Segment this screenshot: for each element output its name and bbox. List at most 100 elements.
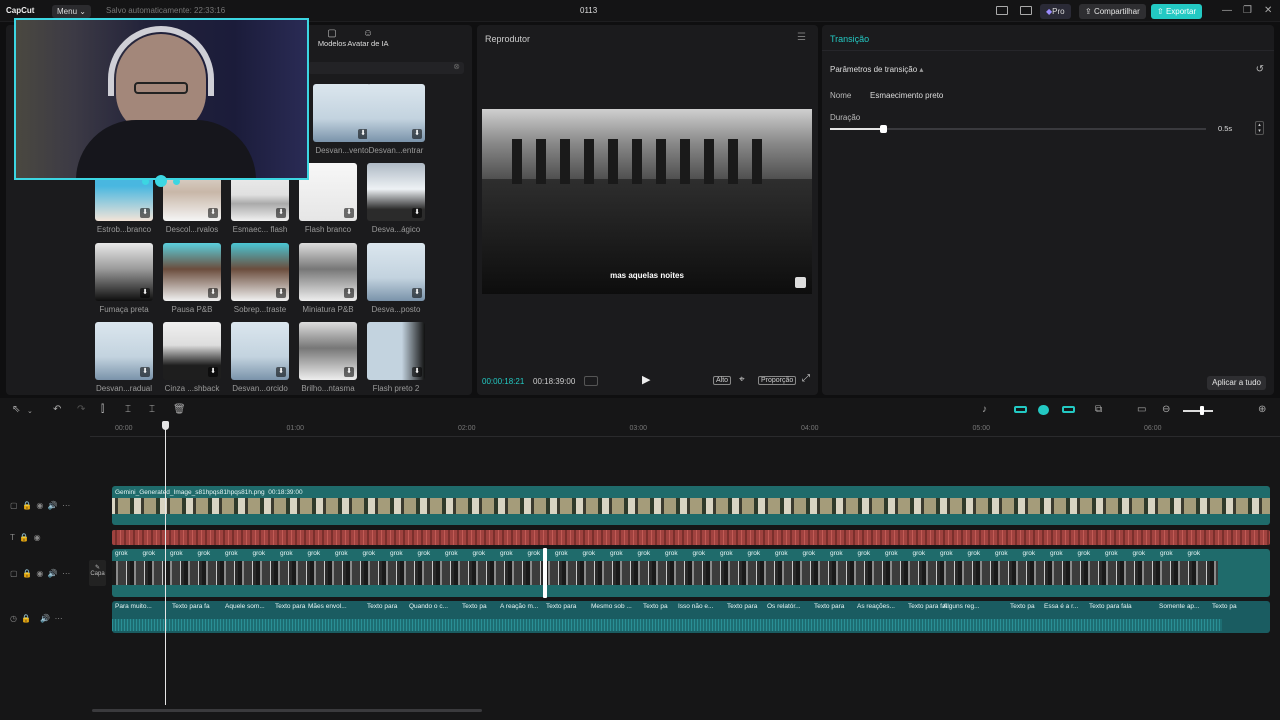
duration-value[interactable]: 0.5s: [1218, 124, 1232, 133]
chevron-down-icon[interactable]: ⌄: [27, 407, 33, 415]
export-button[interactable]: ⇧ Exportar: [1151, 4, 1203, 19]
mic-icon[interactable]: ♪: [982, 404, 987, 415]
transition-tile[interactable]: ⬇: [299, 322, 357, 380]
caption-icon[interactable]: ▭: [1137, 404, 1146, 415]
caption-clip-label[interactable]: Texto para: [814, 603, 844, 610]
split-icon[interactable]: ⫿: [101, 404, 104, 415]
caption-clip-label[interactable]: Alguns reg...: [943, 603, 980, 610]
download-icon[interactable]: ⬇: [412, 288, 422, 298]
redo-icon[interactable]: ↷: [77, 404, 85, 415]
transition-tile[interactable]: ⬇: [231, 243, 289, 301]
play-icon[interactable]: ▶: [642, 373, 650, 386]
caption-audio-track[interactable]: Para muito... Texto para fa Aquele som... T…: [112, 601, 1270, 633]
caption-clip-label[interactable]: Texto para fal: [908, 603, 947, 610]
close-icon[interactable]: ✕: [1264, 5, 1272, 16]
download-icon[interactable]: ⬇: [140, 367, 150, 377]
caption-clip-label[interactable]: Quando o c...: [409, 603, 448, 610]
download-icon[interactable]: ⬇: [276, 208, 286, 218]
transition-tile[interactable]: ⬇: [367, 322, 425, 380]
download-icon[interactable]: ⬇: [412, 129, 422, 139]
player-menu-icon[interactable]: ☰: [797, 32, 806, 43]
transition-tile[interactable]: ⬇: [367, 243, 425, 301]
transition-tile[interactable]: ⬇: [299, 243, 357, 301]
restore-icon[interactable]: ❐: [1243, 5, 1252, 16]
clear-icon[interactable]: ⊗: [453, 62, 460, 71]
preview-axis-icon[interactable]: ⧉: [1095, 404, 1102, 415]
split-right-icon[interactable]: ⌶: [149, 404, 155, 415]
video-preview[interactable]: mas aquelas noites: [482, 109, 812, 294]
download-icon[interactable]: ⬇: [344, 288, 354, 298]
apply-all-button[interactable]: Aplicar a tudo: [1207, 376, 1266, 390]
layout-icon[interactable]: [996, 6, 1008, 15]
transition-tile[interactable]: ⬇: [163, 243, 221, 301]
caption-clip-label[interactable]: Para muito...: [115, 603, 152, 610]
caption-clip-label[interactable]: Texto pa: [1212, 603, 1237, 610]
caption-clip-label[interactable]: Texto para: [275, 603, 305, 610]
download-icon[interactable]: ⬇: [208, 288, 218, 298]
duration-slider-knob[interactable]: [879, 125, 887, 133]
caption-clip-label[interactable]: Aquele som...: [225, 603, 265, 610]
transition-tile[interactable]: ⬇: [231, 322, 289, 380]
zoom-slider[interactable]: [1183, 406, 1213, 415]
caption-clip-label[interactable]: Texto para fala: [1089, 603, 1132, 610]
quality-button[interactable]: Alto: [713, 376, 732, 385]
caption-clip-label[interactable]: Texto para fa: [172, 603, 210, 610]
tab-ai-avatar[interactable]: ☺ Avatar de IA: [346, 28, 390, 48]
caption-clip-label[interactable]: Somente ap...: [1159, 603, 1199, 610]
playhead[interactable]: [165, 422, 166, 705]
download-icon[interactable]: ⬇: [412, 208, 422, 218]
transition-tile[interactable]: ⬇: [95, 243, 153, 301]
split-left-icon[interactable]: ⌶: [125, 404, 131, 415]
download-icon[interactable]: ⬇: [208, 208, 218, 218]
resize-handle[interactable]: [155, 175, 167, 187]
duration-slider[interactable]: [830, 125, 1206, 133]
caption-clip-label[interactable]: Texto para: [546, 603, 576, 610]
search-bar[interactable]: ⊗: [308, 62, 464, 74]
transition-tile[interactable]: ⬇: [313, 84, 371, 142]
download-icon[interactable]: ⬇: [140, 288, 150, 298]
caption-clip-label[interactable]: Os relatór...: [767, 603, 801, 610]
select-tool-icon[interactable]: ⇖: [12, 404, 20, 415]
caption-clip-label[interactable]: Texto para: [727, 603, 757, 610]
link-clips-icon[interactable]: [1062, 406, 1075, 413]
playhead-handle[interactable]: [162, 421, 169, 430]
delete-icon[interactable]: 🗑: [173, 404, 186, 415]
download-icon[interactable]: ⬇: [208, 367, 218, 377]
pro-button[interactable]: ◆Pro: [1040, 4, 1071, 19]
magnet-icon[interactable]: [1038, 405, 1049, 415]
reset-icon[interactable]: ↺: [1256, 64, 1264, 75]
resize-dot-left[interactable]: [142, 178, 149, 185]
caption-clip-label[interactable]: As reações...: [857, 603, 895, 610]
minimize-icon[interactable]: —: [1222, 5, 1232, 16]
cover-button[interactable]: ✎ Capa: [89, 560, 106, 586]
zoom-slider-knob[interactable]: [1200, 406, 1204, 415]
tab-templates[interactable]: ▢ Modelos: [314, 28, 350, 48]
selected-transition[interactable]: [543, 548, 547, 598]
transition-tile[interactable]: ⬇: [163, 322, 221, 380]
resize-dot-right[interactable]: [173, 178, 180, 185]
download-icon[interactable]: ⬇: [344, 367, 354, 377]
zoom-out-icon[interactable]: ⊖: [1162, 404, 1170, 415]
caption-clip-label[interactable]: Texto pa: [643, 603, 668, 610]
caption-clip-label[interactable]: A reação m...: [500, 603, 538, 610]
shortcuts-icon[interactable]: [1020, 6, 1032, 15]
text-track[interactable]: [112, 530, 1270, 545]
download-icon[interactable]: ⬇: [344, 208, 354, 218]
download-icon[interactable]: ⬇: [140, 208, 150, 218]
transition-tile[interactable]: ⬇: [95, 322, 153, 380]
undo-icon[interactable]: ↶: [53, 404, 61, 415]
snapshot-icon[interactable]: ⌖: [739, 374, 745, 385]
caption-clip-label[interactable]: Essa é a r...: [1044, 603, 1078, 610]
duration-stepper[interactable]: ▴ ▾: [1255, 121, 1264, 135]
webcam-overlay[interactable]: [14, 18, 309, 180]
download-icon[interactable]: ⬇: [276, 288, 286, 298]
overlay-clip[interactable]: Gemini_Generated_Image_s81hpqs81hpqs81h.…: [112, 486, 1270, 525]
download-icon[interactable]: ⬇: [276, 367, 286, 377]
params-section[interactable]: Parâmetros de transição ▴: [830, 65, 923, 74]
share-button[interactable]: ⇪ Compartilhar: [1079, 4, 1146, 19]
caption-clip-label[interactable]: Texto para: [367, 603, 397, 610]
transition-tile[interactable]: ⬇: [367, 84, 425, 142]
caption-clip-label[interactable]: Texto pa: [462, 603, 487, 610]
caption-clip-label[interactable]: Texto pa: [1010, 603, 1035, 610]
transition-tile[interactable]: ⬇: [367, 163, 425, 221]
